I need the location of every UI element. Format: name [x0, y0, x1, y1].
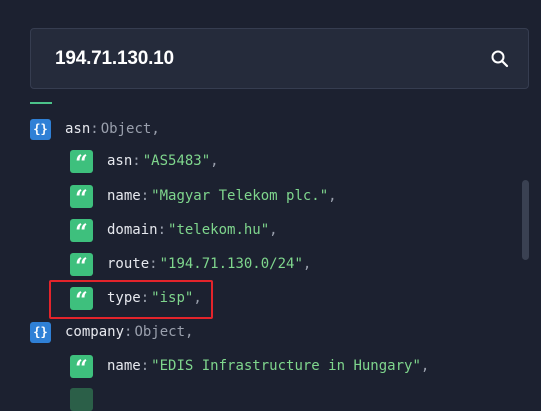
tree-leaf-domain[interactable]: “ domain: "telekom.hu", [70, 218, 278, 244]
leaf-comma: , [269, 222, 278, 238]
node-comma: , [185, 324, 194, 340]
leaf-value: "telekom.hu" [168, 222, 270, 238]
tree-leaf-asn[interactable]: “ asn: "AS5483", [70, 149, 219, 175]
search-icon[interactable] [490, 49, 510, 69]
leaf-key: asn [107, 153, 133, 169]
leaf-key: domain [107, 222, 158, 238]
leaf-comma: , [302, 256, 312, 272]
node-comma: , [151, 121, 160, 137]
leaf-comma: , [210, 153, 219, 169]
highlight-box [49, 280, 213, 319]
node-key: company [65, 324, 125, 340]
tree-leaf-route[interactable]: “ route: "194.71.130.0/24", [70, 252, 312, 278]
leaf-colon: : [132, 153, 141, 169]
node-colon: : [90, 121, 99, 137]
leaf-value: "Magyar Telekom plc." [151, 188, 329, 204]
object-braces-icon: {} [30, 321, 51, 343]
string-quote-icon: “ [70, 184, 93, 210]
tree-node-asn[interactable]: {} asn: Object, [30, 117, 160, 141]
string-quote-icon: “ [70, 252, 93, 278]
tree-node-company[interactable]: {} company: Object, [30, 320, 193, 344]
search-input[interactable]: 194.71.130.10 [55, 29, 174, 88]
leaf-colon: : [140, 358, 150, 374]
leaf-value: "AS5483" [142, 153, 211, 169]
tree-leaf-name[interactable]: “ name: "Magyar Telekom plc.", [70, 184, 337, 210]
leaf-value: "EDIS Infrastructure in Hungary" [151, 358, 421, 374]
leaf-key: name [107, 358, 141, 374]
tree-indicator-line [30, 102, 52, 104]
cutoff-string-icon [70, 388, 93, 411]
leaf-colon: : [149, 256, 158, 272]
search-box[interactable]: 194.71.130.10 [30, 28, 529, 89]
leaf-colon: : [140, 188, 150, 204]
scrollbar-thumb[interactable] [522, 180, 529, 260]
node-value: Object [100, 121, 152, 137]
leaf-value: "194.71.130.0/24" [159, 256, 303, 272]
string-quote-icon: “ [70, 218, 93, 244]
leaf-comma: , [328, 188, 337, 204]
leaf-key: route [107, 256, 150, 272]
object-braces-icon: {} [30, 118, 51, 140]
node-colon: : [124, 324, 133, 340]
leaf-comma: , [420, 358, 430, 374]
node-key: asn [65, 121, 91, 137]
node-value: Object [134, 324, 186, 340]
tree-leaf-company-name[interactable]: “ name: "EDIS Infrastructure in Hungary"… [70, 354, 430, 380]
string-quote-icon: “ [70, 354, 93, 380]
leaf-key: name [107, 188, 141, 204]
leaf-colon: : [157, 222, 167, 238]
string-quote-icon: “ [70, 149, 93, 175]
